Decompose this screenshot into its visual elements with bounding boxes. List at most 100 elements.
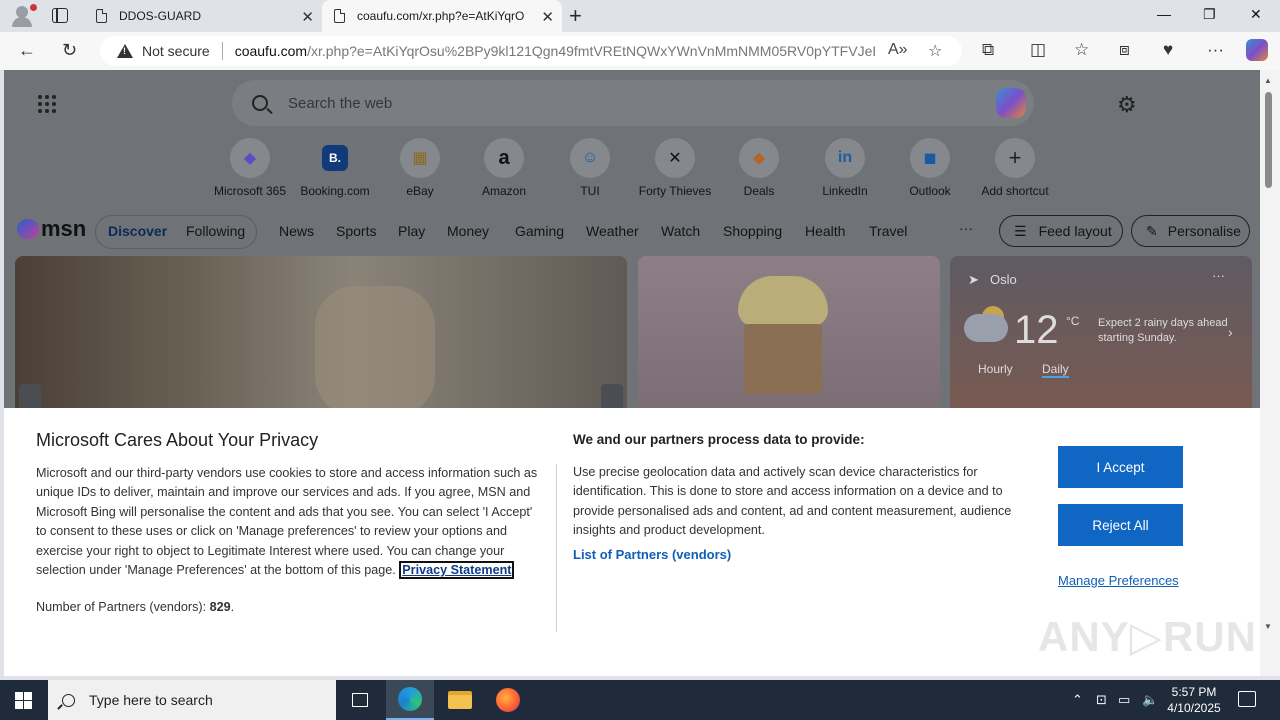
page-icon [334, 9, 345, 23]
web-search-box[interactable]: Search the web [232, 80, 1034, 126]
favorites-icon[interactable]: ☆ [1074, 40, 1089, 60]
url-host[interactable]: coaufu.com [235, 43, 307, 59]
system-clock[interactable]: 5:57 PM 4/10/2025 [1162, 684, 1226, 716]
minimize-button[interactable]: — [1157, 6, 1171, 22]
nav-sports[interactable]: Sports [336, 223, 376, 239]
start-button[interactable] [15, 692, 32, 709]
weather-more-icon[interactable]: ··· [1212, 268, 1225, 283]
profile-icon[interactable] [8, 4, 37, 28]
reject-all-button[interactable]: Reject All [1058, 504, 1183, 546]
weather-city[interactable]: Oslo [990, 272, 1017, 287]
partners-count-label: Number of Partners (vendors): [36, 600, 207, 614]
collections-icon[interactable]: ⧈ [1119, 40, 1130, 60]
partners-list-link[interactable]: List of Partners (vendors) [573, 547, 731, 562]
taskbar-file-explorer[interactable] [436, 680, 484, 720]
warning-icon[interactable] [117, 44, 133, 58]
manage-preferences-link[interactable]: Manage Preferences [1058, 573, 1179, 588]
shortcut-add[interactable]: + Add shortcut [972, 138, 1058, 198]
booking-icon: B. [322, 145, 348, 171]
scroll-down-icon[interactable]: ▼ [1264, 622, 1272, 631]
scroll-thumb[interactable] [1265, 92, 1272, 188]
windows-taskbar: Type here to search ⌃ ⊡ ▭ 🔈 5:57 PM 4/10… [0, 680, 1280, 720]
shortcut-microsoft-365[interactable]: ◆ Microsoft 365 [207, 138, 293, 198]
close-tab-icon[interactable]: ✕ [541, 8, 554, 26]
news-card-cupcake[interactable] [638, 256, 940, 416]
security-label[interactable]: Not secure [142, 43, 210, 59]
favorite-star-icon[interactable]: ☆ [928, 41, 942, 61]
copilot-icon[interactable] [996, 88, 1026, 118]
tab-discover[interactable]: Discover [108, 223, 167, 239]
page-icon [96, 9, 107, 23]
settings-gear-icon[interactable]: ⚙ [1117, 92, 1137, 118]
taskbar-edge[interactable] [386, 680, 434, 720]
device-icon[interactable]: ⊡ [1096, 692, 1107, 708]
copilot-icon[interactable] [1246, 39, 1268, 61]
tab-hourly[interactable]: Hourly [978, 362, 1013, 376]
page-scrollbar[interactable]: ▲ ▼ [1260, 70, 1280, 676]
nav-travel[interactable]: Travel [869, 223, 907, 239]
app-launcher-icon[interactable] [38, 95, 56, 113]
nav-health[interactable]: Health [805, 223, 845, 239]
nav-weather[interactable]: Weather [586, 223, 639, 239]
news-card-cooking[interactable] [15, 256, 627, 416]
extensions-icon[interactable]: ⧉ [982, 40, 994, 60]
address-bar[interactable]: Not secure coaufu.com /xr.php?e=AtKiYqrO… [100, 36, 962, 66]
butterfly-icon [17, 219, 39, 239]
tab-coaufu[interactable]: coaufu.com/xr.php?e=AtKiYqrO ✕ [322, 0, 562, 32]
msn-wordmark: msn [41, 216, 87, 241]
shortcut-deals[interactable]: ◆ Deals [716, 138, 802, 198]
msn-logo[interactable]: msn [17, 216, 86, 242]
nav-shopping[interactable]: Shopping [723, 223, 782, 239]
shortcut-amazon[interactable]: a Amazon [461, 138, 547, 198]
back-icon[interactable]: ← [18, 40, 36, 61]
process-text: Use precise geolocation data and activel… [573, 465, 1012, 538]
tray-chevron-icon[interactable]: ⌃ [1072, 692, 1083, 708]
taskbar-firefox[interactable] [484, 680, 532, 720]
scroll-up-icon[interactable]: ▲ [1264, 76, 1272, 85]
personalise-label: Personalise [1167, 223, 1241, 239]
new-tab-button[interactable]: + [569, 3, 582, 29]
shortcut-forty-thieves[interactable]: ✕ Forty Thieves [632, 138, 718, 198]
close-window-button[interactable]: ✕ [1250, 6, 1262, 23]
shortcut-tui[interactable]: ☺ TUI [547, 138, 633, 198]
nav-money[interactable]: Money [447, 223, 489, 239]
task-view-button[interactable] [336, 680, 384, 720]
chevron-right-icon[interactable]: › [1228, 324, 1233, 340]
taskbar-search-box[interactable]: Type here to search [48, 680, 336, 720]
url-path[interactable]: /xr.php?e=AtKiYqrOsu%2BPy9kl121Qgn49fmtV… [307, 43, 875, 59]
deals-icon: ◆ [739, 138, 779, 178]
feed-layout-button[interactable]: ☰ Feed layout [999, 215, 1123, 247]
nav-watch[interactable]: Watch [661, 223, 700, 239]
network-icon[interactable]: ▭ [1118, 692, 1130, 708]
privacy-statement-link[interactable]: Privacy Statement [399, 561, 515, 580]
nav-news[interactable]: News [279, 223, 314, 239]
weather-forecast-note: Expect 2 rainy days ahead starting Sunda… [1098, 317, 1228, 344]
volume-icon[interactable]: 🔈 [1142, 692, 1158, 708]
refresh-icon[interactable]: ↻ [62, 40, 77, 61]
cupcake-image [738, 276, 828, 326]
feed-layout-label: Feed layout [1038, 223, 1112, 239]
linkedin-icon: in [825, 138, 865, 178]
shortcut-outlook[interactable]: ◼ Outlook [887, 138, 973, 198]
more-menu-icon[interactable]: ··· [1207, 40, 1224, 60]
nav-play[interactable]: Play [398, 223, 425, 239]
tab-daily[interactable]: Daily [1042, 362, 1069, 378]
read-aloud-icon[interactable]: A» [888, 41, 908, 59]
close-tab-icon[interactable]: ✕ [301, 8, 314, 26]
tab-ddos-guard[interactable]: DDOS-GUARD ✕ [84, 0, 322, 32]
shortcut-booking[interactable]: B. Booking.com [292, 138, 378, 198]
tab-actions-icon[interactable] [52, 8, 68, 23]
accept-button[interactable]: I Accept [1058, 446, 1183, 488]
more-nav-icon[interactable]: ··· [959, 220, 973, 236]
tab-following[interactable]: Following [186, 223, 245, 239]
weather-card[interactable]: ➤ Oslo ··· 12 °C Expect 2 rainy days ahe… [950, 256, 1252, 416]
shortcut-ebay[interactable]: ▦ eBay [377, 138, 463, 198]
shortcut-linkedin[interactable]: in LinkedIn [802, 138, 888, 198]
performance-icon[interactable]: ♥ [1163, 40, 1173, 60]
personalise-button[interactable]: ✎ Personalise [1131, 215, 1250, 247]
tui-icon: ☺ [570, 138, 610, 178]
split-screen-icon[interactable]: ◫ [1030, 40, 1046, 60]
restore-button[interactable]: ❐ [1203, 6, 1216, 23]
notifications-icon[interactable] [1238, 691, 1256, 707]
nav-gaming[interactable]: Gaming [515, 223, 564, 239]
